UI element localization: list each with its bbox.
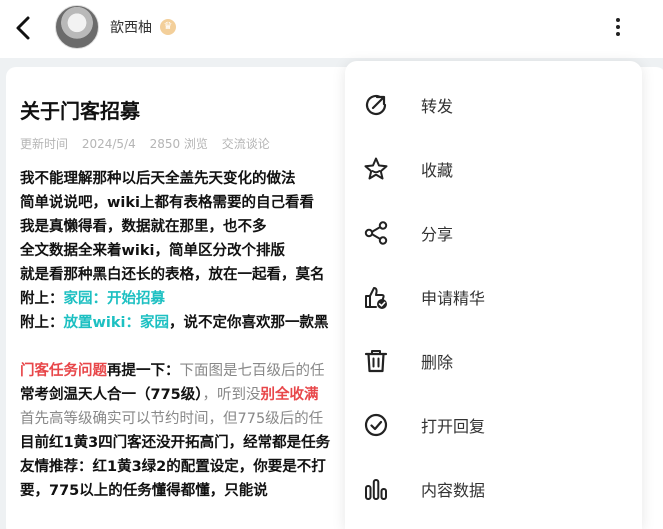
top-bar: 歆西柚 ♛ xyxy=(0,0,663,58)
menu-item-open-replies[interactable]: 打开回复 xyxy=(345,395,642,455)
menu-item-label: 申请精华 xyxy=(421,289,486,308)
menu-item-apply-featured[interactable]: 申请精华 xyxy=(345,267,642,327)
menu-item-label: 内容数据 xyxy=(421,481,486,500)
post-actions-menu: 转发 收藏 分享 申请精华 删除 打开回复 内容数据 xyxy=(345,61,642,529)
menu-item-share[interactable]: 分享 xyxy=(345,203,642,263)
trash-icon xyxy=(364,350,388,373)
forward-icon xyxy=(365,94,387,116)
menu-item-content-data[interactable]: 内容数据 xyxy=(345,459,642,519)
check-circle-icon xyxy=(364,413,388,437)
post-title: 关于门客招募 xyxy=(20,99,140,123)
post-meta: 更新时间 2024/5/4 2850 浏览 交流谈论 xyxy=(20,135,280,152)
meta-category[interactable]: 交流谈论 xyxy=(222,137,270,151)
highlight-text: 别全收满 xyxy=(260,387,319,403)
meta-label: 更新时间 xyxy=(20,137,69,151)
username[interactable]: 歆西柚 xyxy=(110,17,152,37)
menu-item-label: 收藏 xyxy=(421,161,454,180)
highlight-text: 门客任务问题 xyxy=(20,363,107,379)
more-options-icon[interactable] xyxy=(604,15,632,39)
back-arrow-icon[interactable] xyxy=(12,14,36,42)
link-prefix: 附上： xyxy=(20,291,64,307)
menu-item-label: 删除 xyxy=(421,353,454,372)
level-badge-icon: ♛ xyxy=(160,19,176,35)
share-icon xyxy=(364,221,388,245)
body-text: ，听到没 xyxy=(202,387,261,403)
meta-date: 2024/5/4 xyxy=(81,137,136,151)
link-prefix: 附上： xyxy=(20,315,64,331)
star-icon xyxy=(364,157,388,180)
menu-item-label: 分享 xyxy=(421,225,454,244)
menu-item-label: 转发 xyxy=(421,97,454,116)
thumbs-up-check-icon xyxy=(365,287,387,309)
body-text: 下面图是七百级后的任 xyxy=(179,363,325,379)
body-text: 常考剑温天人合一（775级） xyxy=(20,387,203,403)
bar-chart-icon xyxy=(365,479,387,500)
avatar[interactable] xyxy=(55,5,99,49)
link-idle-wiki-garden[interactable]: 放置wiki：家园 xyxy=(64,315,169,331)
body-text: 再提一下： xyxy=(107,363,180,379)
meta-views: 2850 浏览 xyxy=(149,137,208,151)
menu-item-favorite[interactable]: 收藏 xyxy=(345,139,642,199)
menu-item-delete[interactable]: 删除 xyxy=(345,331,642,391)
body-text: ，说不定你喜欢那一款黑 xyxy=(168,315,329,331)
menu-item-forward[interactable]: 转发 xyxy=(345,75,642,135)
menu-item-label: 打开回复 xyxy=(421,417,486,436)
link-garden-recruit[interactable]: 家园：开始招募 xyxy=(64,291,166,307)
